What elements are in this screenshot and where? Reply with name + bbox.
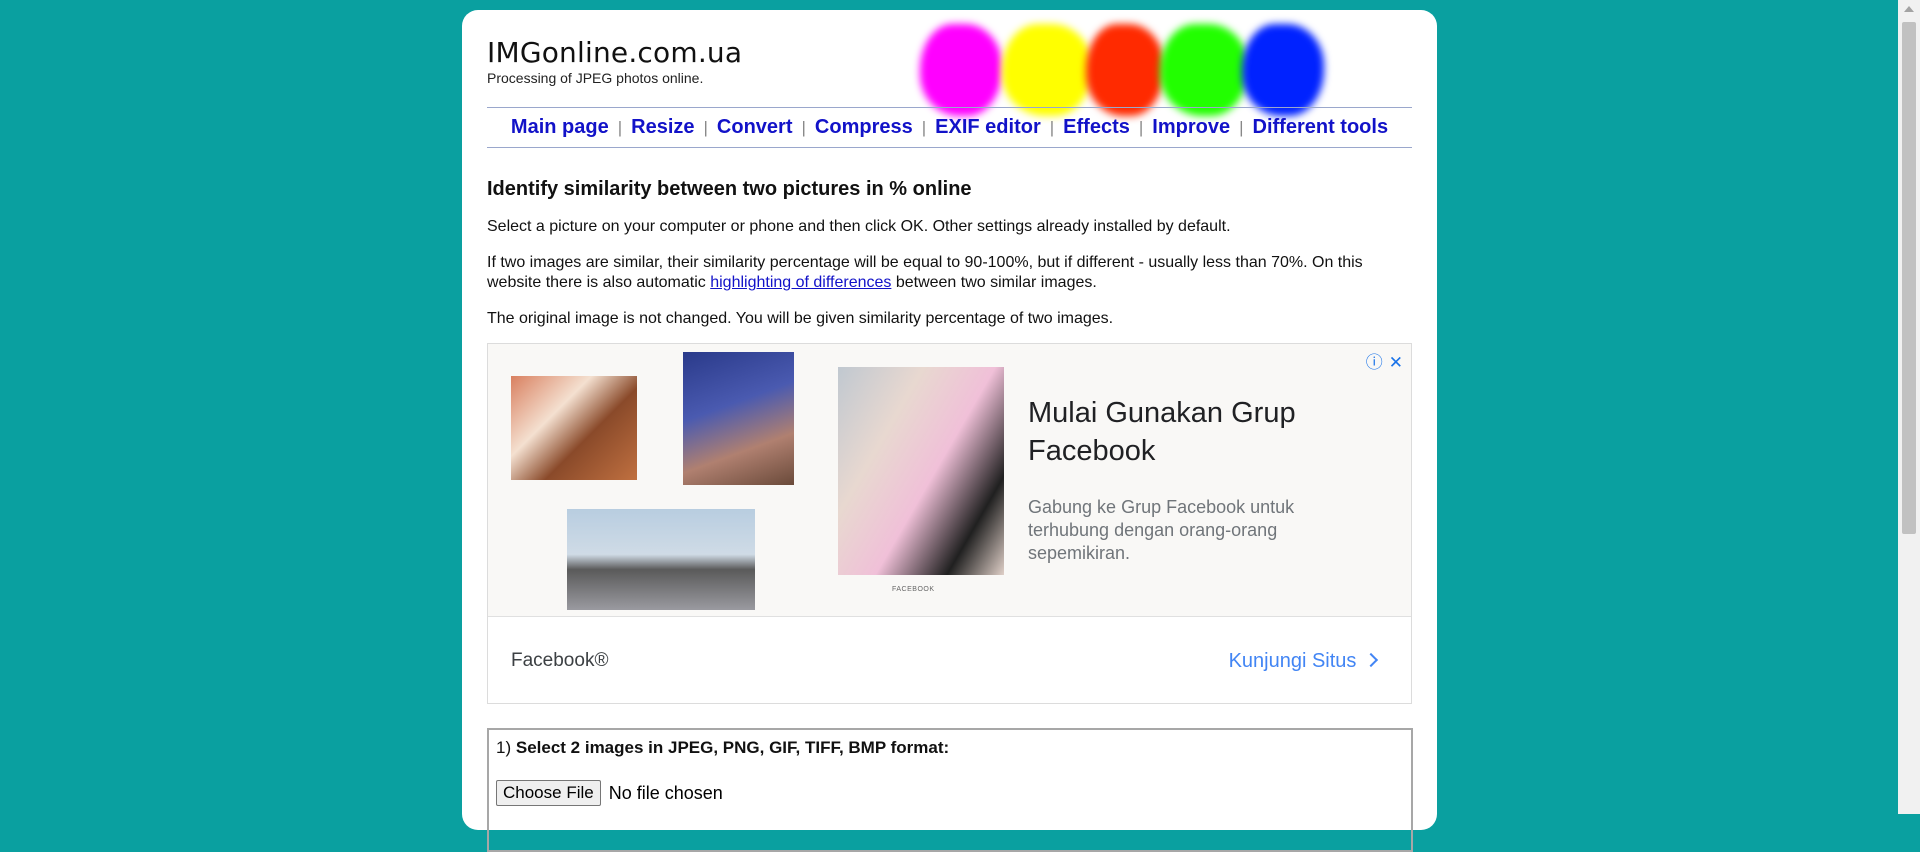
main-content: Identify similarity between two pictures…	[487, 168, 1412, 345]
nav-exif-editor[interactable]: EXIF editor	[935, 116, 1041, 138]
nav-separator: |	[1049, 118, 1055, 137]
blue-blob	[1242, 24, 1324, 116]
green-blob	[1160, 24, 1248, 116]
highlighting-differences-link[interactable]: highlighting of differences	[710, 274, 891, 291]
close-icon[interactable]: ✕	[1389, 353, 1403, 372]
ad-divider	[488, 616, 1411, 617]
nav-separator: |	[703, 118, 708, 137]
magenta-blob	[920, 24, 1002, 116]
ad-photo-cosplay	[838, 367, 1004, 575]
ad-description: Gabung ke Grup Facebook untuk terhubung …	[1028, 497, 1295, 563]
ad-visit-site-link[interactable]: Kunjungi Situs	[1229, 650, 1379, 673]
page-title: Identify similarity between two pictures…	[487, 178, 972, 200]
site-header: IMGonline.com.ua Processing of JPEG phot…	[487, 36, 742, 86]
ad-photo-food	[511, 376, 637, 480]
upload-form-box: 1) Select 2 images in JPEG, PNG, GIF, TI…	[487, 728, 1413, 852]
nav-different-tools[interactable]: Different tools	[1253, 116, 1389, 138]
nav-resize[interactable]: Resize	[631, 116, 694, 138]
nav-separator: |	[801, 118, 806, 137]
info-icon[interactable]: ⓘ	[1366, 353, 1383, 372]
ad-image-caption: FACEBOOK	[892, 586, 935, 593]
ad-banner[interactable]: FACEBOOK ⓘ ✕ Mulai Gunakan Grup Facebook …	[487, 343, 1412, 704]
file-input-row: Choose File No file chosen	[496, 780, 723, 806]
nav-top-divider	[487, 107, 1412, 108]
ad-image-area: FACEBOOK ⓘ ✕ Mulai Gunakan Grup Facebook …	[488, 344, 1411, 616]
file-status-text: No file chosen	[608, 782, 723, 803]
ad-photo-couple	[683, 352, 794, 485]
nav-improve[interactable]: Improve	[1152, 116, 1230, 138]
main-nav: Main page | Resize | Convert | Compress | EXIF e…	[487, 116, 1412, 139]
red-blob	[1086, 24, 1164, 116]
intro-paragraph: Select a picture on your computer or pho…	[487, 218, 1231, 235]
nav-separator: |	[1138, 118, 1144, 137]
ad-headline[interactable]: Mulai Gunakan Grup Facebook	[1028, 394, 1358, 470]
nav-convert[interactable]: Convert	[717, 116, 793, 138]
nav-separator: |	[617, 118, 623, 137]
color-blobs-banner	[920, 24, 1420, 116]
nav-compress[interactable]: Compress	[815, 116, 913, 138]
choose-file-button[interactable]: Choose File	[496, 780, 601, 806]
yellow-blob	[1002, 24, 1092, 116]
original-note-paragraph: The original image is not changed. You w…	[487, 310, 1114, 327]
scrollbar-thumb[interactable]	[1902, 22, 1916, 534]
site-logo[interactable]: IMGonline.com.ua	[487, 36, 742, 69]
nav-separator: |	[1239, 118, 1244, 137]
nav-main-page[interactable]: Main page	[511, 116, 609, 138]
scroll-up-arrow-icon[interactable]	[1904, 6, 1914, 12]
site-tagline: Processing of JPEG photos online.	[487, 70, 704, 86]
ad-photo-group-jumping	[567, 509, 755, 610]
nav-bottom-divider	[487, 147, 1412, 148]
ad-advertiser: Facebook®	[511, 650, 609, 671]
chevron-right-icon	[1363, 652, 1379, 668]
page-container: IMGonline.com.ua Processing of JPEG phot…	[462, 10, 1437, 852]
ad-controls: ⓘ ✕	[1360, 348, 1403, 373]
nav-effects[interactable]: Effects	[1063, 116, 1130, 138]
vertical-scrollbar[interactable]	[1898, 0, 1920, 814]
nav-separator: |	[921, 118, 927, 137]
step-label: 1) Select 2 images in JPEG, PNG, GIF, TI…	[496, 738, 950, 757]
similarity-paragraph: If two images are similar, their similar…	[487, 254, 1363, 291]
